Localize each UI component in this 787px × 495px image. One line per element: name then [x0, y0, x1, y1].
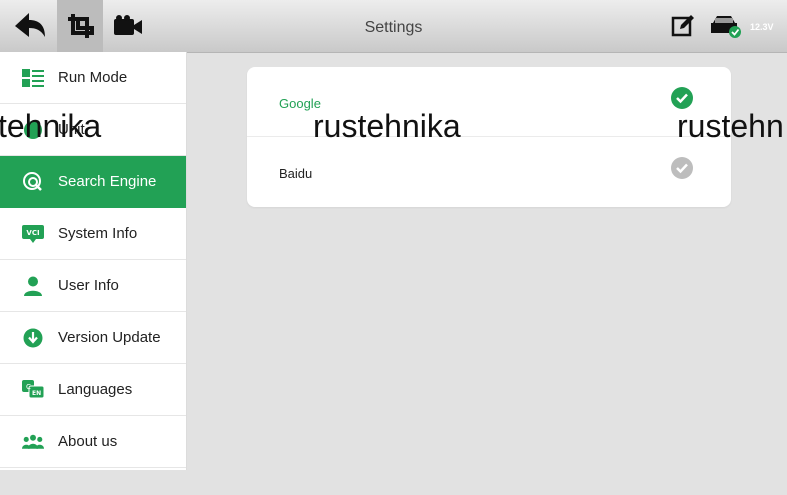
sidebar-item-system-info[interactable]: VCI System Info	[0, 208, 186, 260]
sidebar-item-label: System Info	[58, 225, 138, 242]
sidebar-item-label: Unit	[58, 121, 85, 138]
check-icon[interactable]	[671, 157, 693, 179]
edit-icon[interactable]	[668, 0, 698, 52]
sidebar-item-user-info[interactable]: User Info	[0, 260, 186, 312]
search-engine-option-google[interactable]: Google	[247, 67, 731, 137]
download-icon	[22, 327, 44, 349]
option-label: Baidu	[279, 166, 313, 181]
sidebar-item-about-us[interactable]: About us	[0, 416, 186, 468]
option-label: Google	[279, 96, 321, 111]
search-engine-card: Google Baidu	[247, 67, 731, 207]
svg-text:C: C	[26, 383, 31, 391]
check-icon[interactable]	[671, 87, 693, 109]
sidebar-item-search-engine[interactable]: Search Engine	[0, 156, 186, 208]
language-icon: C EN	[22, 379, 44, 401]
list-icon	[22, 67, 44, 89]
sidebar-item-label: Version Update	[58, 329, 161, 346]
user-icon	[22, 275, 44, 297]
sidebar-item-version-update[interactable]: Version Update	[0, 312, 186, 364]
sidebar-item-label: User Info	[58, 277, 119, 294]
car-connected-icon	[708, 0, 744, 52]
svg-text:VCI: VCI	[26, 229, 39, 237]
sidebar-item-label: Languages	[58, 381, 133, 398]
sidebar-item-label: Search Engine	[58, 173, 157, 190]
top-bar: Settings 12.3V	[0, 0, 787, 53]
search-globe-icon	[22, 171, 44, 193]
sidebar-item-label: About us	[58, 433, 118, 450]
search-engine-option-baidu[interactable]: Baidu	[247, 137, 731, 207]
unit-icon	[22, 119, 44, 141]
sidebar-item-run-mode[interactable]: Run Mode	[0, 52, 186, 104]
vci-icon: VCI	[22, 223, 44, 245]
sidebar-item-languages[interactable]: C EN Languages	[0, 364, 186, 416]
sidebar-item-unit[interactable]: Unit	[0, 104, 186, 156]
group-icon	[22, 431, 44, 453]
sidebar-item-label: Run Mode	[58, 69, 128, 86]
sidebar: Run Mode Unit Search Engine VCI System I…	[0, 52, 187, 470]
voltage-readout: 12.3V	[750, 22, 774, 32]
svg-text:EN: EN	[32, 390, 41, 397]
